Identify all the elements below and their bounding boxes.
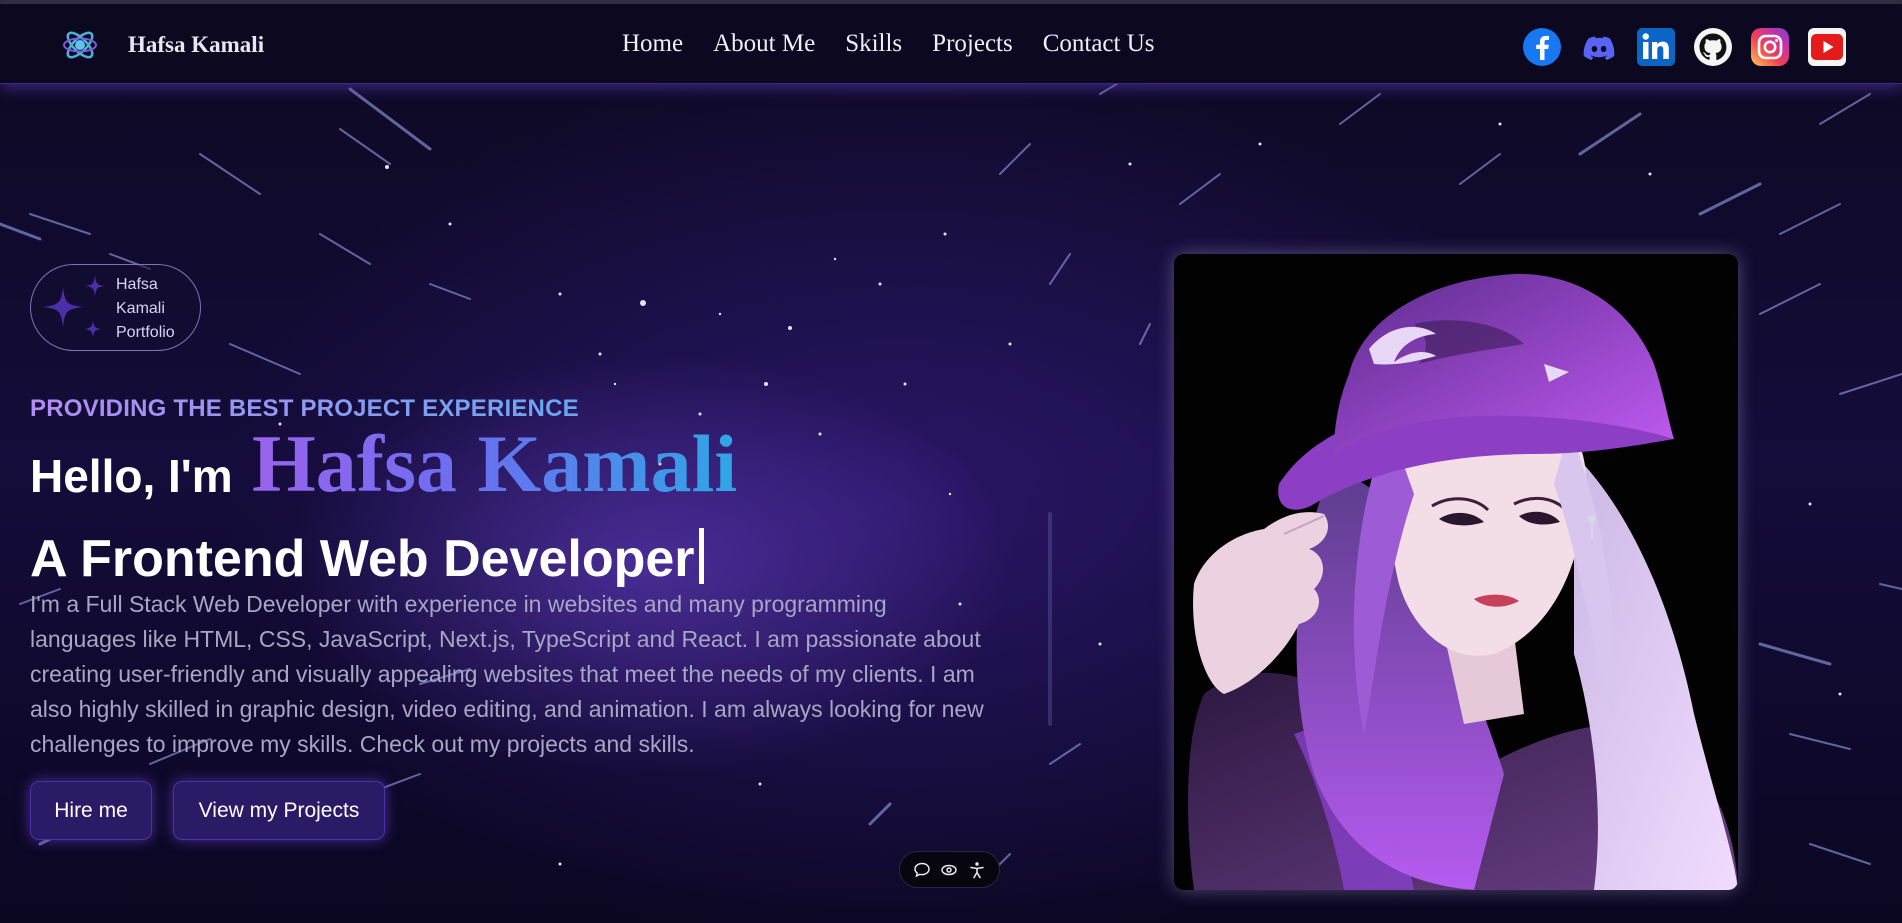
brand-name[interactable]: Hafsa Kamali <box>128 32 264 58</box>
floating-toolbar <box>899 851 1000 888</box>
typing-caret <box>698 528 704 584</box>
instagram-icon[interactable] <box>1750 27 1790 67</box>
hero-greeting: Hello, I'm <box>30 450 233 502</box>
badge-line: Kamali <box>116 300 165 317</box>
social-links <box>1522 27 1864 67</box>
discord-icon[interactable] <box>1579 27 1619 67</box>
nav-about-link[interactable]: About Me <box>713 30 815 58</box>
chat-icon[interactable] <box>913 861 931 879</box>
view-projects-button[interactable]: View my Projects <box>173 781 385 840</box>
facebook-icon[interactable] <box>1522 27 1562 67</box>
portrait-illustration <box>1188 273 1738 890</box>
nav-links: Home About Me Skills Projects Contact Us <box>622 30 1185 58</box>
hero-name: Hafsa Kamali <box>252 418 738 509</box>
hero-role-text: A Frontend Web Developer <box>30 530 695 588</box>
atom-logo-icon[interactable] <box>61 26 99 64</box>
github-icon[interactable] <box>1693 27 1733 67</box>
eye-icon[interactable] <box>940 861 958 879</box>
hero-bio: I'm a Full Stack Web Developer with expe… <box>30 591 984 757</box>
badge-line: Portfolio <box>116 324 175 341</box>
nav-projects-link[interactable]: Projects <box>932 30 1013 58</box>
badge-text: Hafsa Kamali Portfolio <box>116 273 202 345</box>
badge-line: Hafsa <box>116 276 158 293</box>
profile-portrait <box>1174 254 1738 890</box>
sparkle-icon <box>43 275 105 337</box>
navbar: Hafsa Kamali Home About Me Skills Projec… <box>0 4 1902 84</box>
nav-skills-link[interactable]: Skills <box>845 30 902 58</box>
hero-role: A Frontend Web Developer <box>30 528 704 589</box>
hire-me-button[interactable]: Hire me <box>30 781 152 840</box>
accessibility-icon[interactable] <box>968 861 986 879</box>
youtube-icon[interactable] <box>1807 27 1847 67</box>
nav-contact-link[interactable]: Contact Us <box>1043 30 1155 58</box>
nav-home-link[interactable]: Home <box>622 30 683 58</box>
linkedin-icon[interactable] <box>1636 27 1676 67</box>
portfolio-badge: Hafsa Kamali Portfolio <box>30 264 201 351</box>
